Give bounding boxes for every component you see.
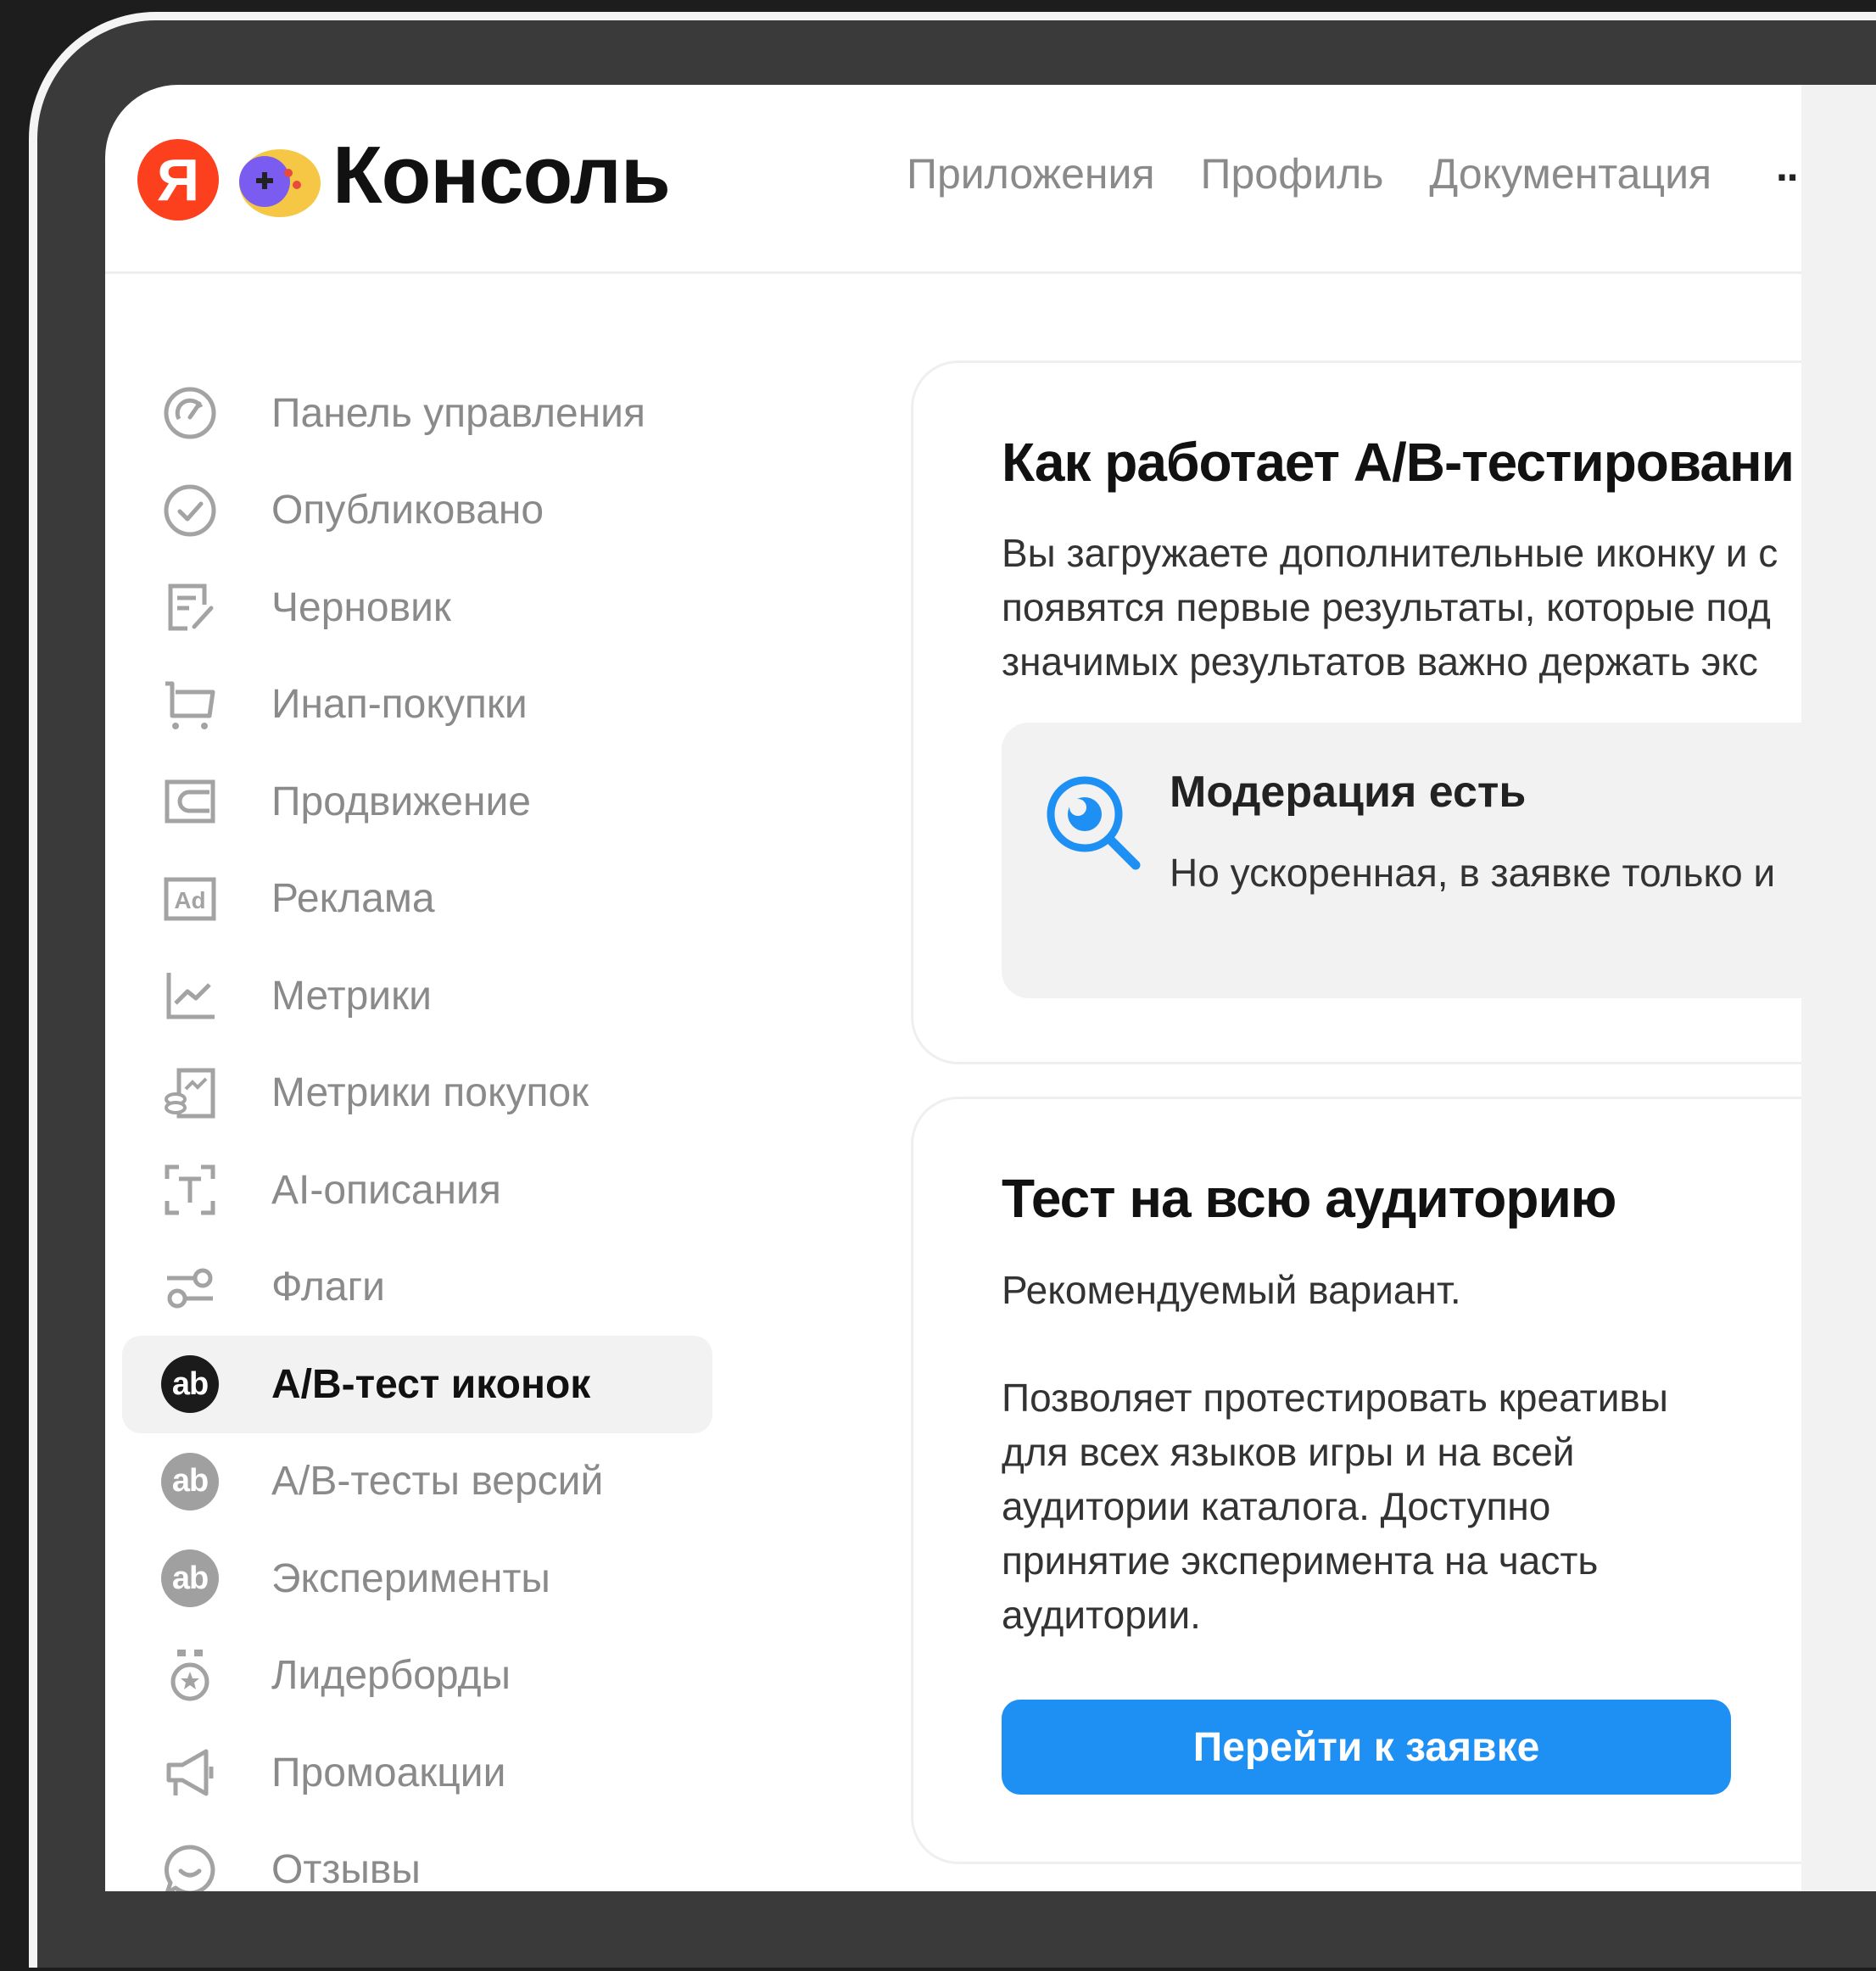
card-title: Тест на всю аудиторию	[1002, 1168, 1616, 1229]
sidebar-item-ab-versions[interactable]: ab A/B-тесты версий	[122, 1433, 733, 1531]
description-line: аудитории каталога. Доступно	[1002, 1484, 1551, 1528]
top-header: Я Консоль Приложения Профиль Документаци…	[105, 85, 1876, 274]
purchase-metrics-icon	[159, 1063, 221, 1124]
ab-badge-text: ab	[161, 1452, 219, 1510]
sidebar-item-label: Черновик	[271, 584, 451, 630]
description-line: Позволяет протестировать креативы	[1002, 1376, 1668, 1420]
sidebar-item-ads[interactable]: Ad Реклама	[122, 851, 733, 948]
offscreen-panel-edge	[1801, 85, 1876, 1891]
sidebar-item-label: Панель управления	[271, 390, 645, 436]
moderation-text: Но ускоренная, в заявке только и	[1170, 851, 1776, 895]
moderation-info-box: Модерация есть Но ускоренная, в заявке т…	[1002, 723, 1876, 998]
sidebar-item-leaderboards[interactable]: Лидерборды	[122, 1628, 733, 1725]
sidebar-item-promotion[interactable]: Продвижение	[122, 753, 733, 851]
ad-icon: Ad	[159, 868, 221, 930]
dashboard-gauge-icon	[159, 382, 221, 444]
sidebar-item-metrics[interactable]: Метрики	[122, 947, 733, 1045]
moderation-title: Модерация есть	[1170, 768, 1527, 817]
text-frame-icon	[159, 1159, 221, 1220]
sidebar-item-label: AI-описания	[271, 1167, 501, 1213]
sidebar-item-label: Реклама	[271, 876, 435, 922]
sidebar-item-reviews[interactable]: Отзывы	[122, 1822, 733, 1891]
search-eye-icon	[1047, 776, 1141, 870]
card-title: Как работает A/B-тестировани	[1002, 432, 1795, 493]
description-line: аудитории.	[1002, 1593, 1201, 1637]
sidebar-item-label: Продвижение	[271, 779, 531, 824]
sidebar-item-label: A/B-тест иконок	[271, 1361, 591, 1407]
sidebar-item-label: Промоакции	[271, 1750, 506, 1795]
sidebar-item-purchase-metrics[interactable]: Метрики покупок	[122, 1045, 733, 1142]
ab-badge-text: ab	[161, 1549, 219, 1608]
sidebar-item-ab-icons[interactable]: ab A/B-тест иконок	[122, 1336, 712, 1433]
description-line: для всех языков игры и на всей	[1002, 1430, 1575, 1474]
sidebar-item-label: Опубликовано	[271, 488, 544, 533]
ab-icon: ab	[159, 1451, 221, 1512]
sidebar-item-draft[interactable]: Черновик	[122, 559, 733, 656]
sidebar-item-inapp[interactable]: Инап-покупки	[122, 656, 733, 754]
top-nav: Приложения Профиль Документация	[907, 149, 1711, 198]
recommended-label: Рекомендуемый вариант.	[1002, 1268, 1461, 1312]
sidebar-item-label: Метрики	[271, 973, 432, 1019]
wallet-icon	[159, 771, 221, 832]
sidebar-item-published[interactable]: Опубликовано	[122, 462, 733, 560]
svg-text:Ad: Ad	[174, 887, 205, 913]
sidebar-item-label: Инап-покупки	[271, 682, 528, 728]
gamepad-logo-icon	[239, 149, 321, 217]
nav-apps[interactable]: Приложения	[907, 149, 1155, 198]
card-description: Вы загружаете дополнительные иконку и с …	[1002, 526, 1778, 689]
sidebar-item-label: Эксперименты	[271, 1555, 550, 1601]
medal-icon	[159, 1645, 221, 1706]
sidebar-item-label: Лидерборды	[271, 1653, 511, 1699]
sidebar-item-experiments[interactable]: ab Эксперименты	[122, 1530, 733, 1628]
app-screen: Я Консоль Приложения Профиль Документаци…	[105, 85, 1876, 1891]
sidebar-item-flags[interactable]: Флаги	[122, 1239, 733, 1337]
full-audience-test-card: Тест на всю аудиторию Рекомендуемый вари…	[911, 1097, 1876, 1864]
sidebar: Панель управления Опубликовано Черновик …	[122, 365, 733, 1891]
description-line: принятие эксперимента на часть	[1002, 1538, 1599, 1583]
line-chart-icon	[159, 965, 221, 1026]
go-to-application-button[interactable]: Перейти к заявке	[1002, 1700, 1731, 1795]
ab-how-it-works-card: Как работает A/B-тестировани Вы загружае…	[911, 360, 1876, 1064]
sidebar-item-label: Метрики покупок	[271, 1070, 589, 1116]
sidebar-item-label: A/B-тесты версий	[271, 1459, 604, 1505]
nav-docs[interactable]: Документация	[1429, 149, 1711, 198]
chat-bubble-icon	[159, 1840, 221, 1891]
nav-profile[interactable]: Профиль	[1201, 149, 1384, 198]
yandex-logo[interactable]: Я	[137, 139, 219, 221]
sidebar-item-dashboard[interactable]: Панель управления	[122, 365, 733, 462]
device-bottom-bezel	[37, 1893, 1876, 1961]
cart-icon	[159, 674, 221, 735]
megaphone-icon	[159, 1742, 221, 1803]
description-line: Вы загружаете дополнительные иконку и с	[1002, 531, 1778, 575]
sidebar-item-promos[interactable]: Промоакции	[122, 1724, 733, 1822]
ab-icon: ab	[159, 1354, 221, 1415]
more-menu-icon[interactable]: ··	[1776, 153, 1801, 202]
description-line: значимых результатов важно держать экс	[1002, 639, 1758, 684]
check-circle-icon	[159, 480, 221, 541]
card-description: Позволяет протестировать креативы для вс…	[1002, 1371, 1668, 1642]
edit-document-icon	[159, 577, 221, 638]
app-title: Консоль	[332, 130, 671, 221]
sidebar-item-label: Флаги	[271, 1265, 385, 1310]
ab-icon: ab	[159, 1548, 221, 1609]
ab-badge-text: ab	[161, 1355, 219, 1414]
sidebar-item-ai-descriptions[interactable]: AI-описания	[122, 1142, 733, 1239]
description-line: появятся первые результаты, которые под	[1002, 585, 1771, 629]
sidebar-item-label: Отзывы	[271, 1847, 421, 1891]
toggles-icon	[159, 1257, 221, 1318]
